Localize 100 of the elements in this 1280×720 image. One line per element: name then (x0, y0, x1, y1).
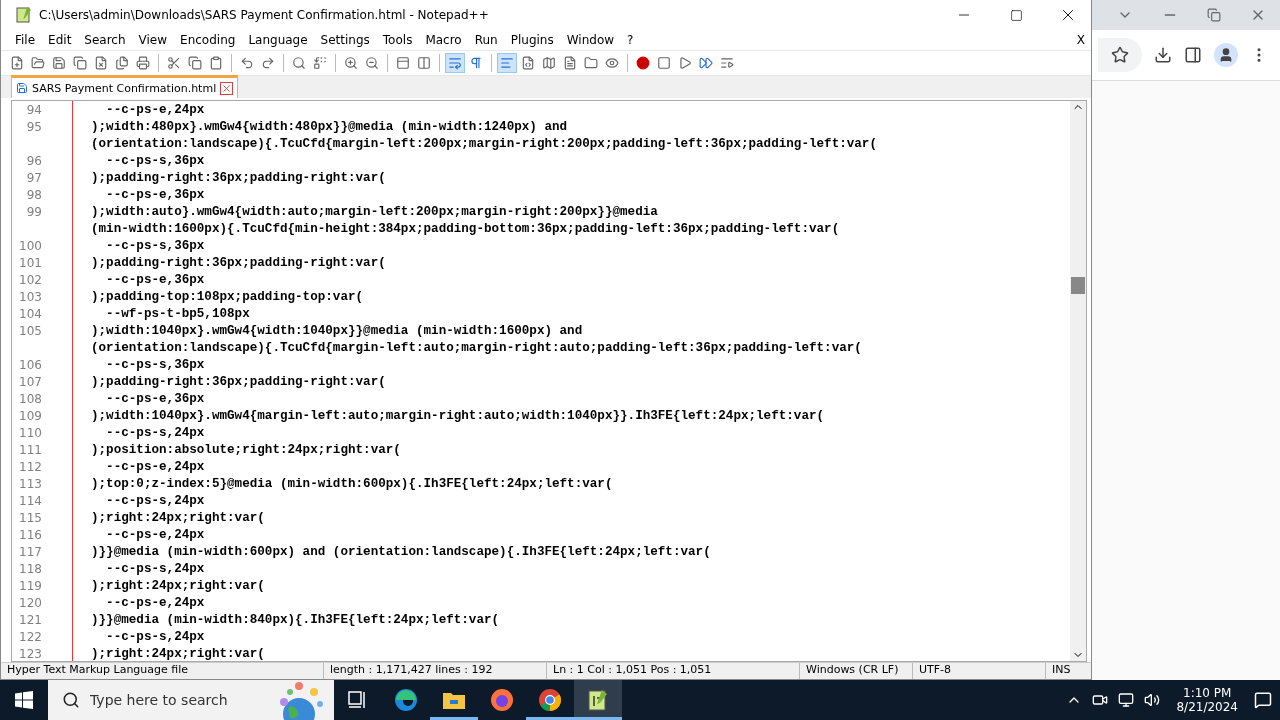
code-line: --c-ps-s,24px (105, 561, 205, 576)
menu-item[interactable]: Language (242, 33, 315, 47)
save-icon[interactable] (52, 56, 66, 70)
menu-item[interactable]: Tools (376, 33, 420, 47)
notification-icon[interactable] (1254, 691, 1272, 709)
redo-icon[interactable] (261, 56, 275, 70)
line-number: 105 (18, 323, 42, 338)
code-line: (orientation:landscape){.TcuCfd{margin-left:200px;margin-right:200px;padding-left:36px;padding-left:var( (91, 136, 877, 151)
menu-item[interactable]: Window (560, 33, 622, 47)
fast-forward-icon[interactable] (699, 56, 713, 70)
status-text: Windows (CR LF) (800, 663, 913, 679)
menu-item[interactable]: View (132, 33, 175, 47)
word-wrap-button[interactable] (445, 53, 465, 73)
download-icon[interactable] (1154, 46, 1172, 64)
close-all-icon[interactable] (115, 56, 129, 70)
record-icon[interactable] (636, 56, 650, 70)
indent-guide-button[interactable] (497, 53, 517, 73)
line-number: 97 (25, 170, 42, 185)
eye-icon[interactable] (605, 56, 619, 70)
code-line: );width:auto}.wmGw4{width:auto;margin-left:200px;margin-right:200px}}@media (91, 204, 658, 219)
profile-avatar[interactable] (1214, 43, 1238, 67)
menu-item[interactable]: ? (621, 33, 641, 47)
sync-vertical-icon[interactable] (396, 56, 410, 70)
side-panel-icon[interactable] (1184, 46, 1202, 64)
code-line: );width:1040px}.wmGw4{width:1040px}}@media (min-width:1600px) and (91, 323, 583, 338)
line-number: 117 (18, 544, 42, 559)
camera-icon[interactable] (1092, 692, 1109, 708)
edge-icon (394, 688, 418, 712)
vertical-scrollbar[interactable] (1070, 101, 1086, 661)
line-number: 111 (18, 442, 42, 457)
scroll-thumb[interactable] (1071, 277, 1085, 294)
menu-item[interactable]: Edit (42, 33, 79, 47)
menu-item[interactable]: Macro (419, 33, 469, 47)
new-file-icon[interactable] (10, 56, 24, 70)
network-icon[interactable] (1118, 692, 1135, 708)
find-icon[interactable] (292, 56, 306, 70)
print-icon[interactable] (136, 56, 150, 70)
folder-icon (442, 690, 466, 710)
chrome-icon (538, 688, 562, 712)
code-line: --c-ps-e,24px (105, 527, 205, 542)
restore-icon[interactable] (1206, 8, 1221, 22)
star-icon[interactable] (1111, 46, 1129, 64)
folder-icon[interactable] (584, 56, 598, 70)
menu-item[interactable]: Plugins (504, 33, 561, 47)
line-number: 114 (18, 493, 42, 508)
search-placeholder: Type here to search (90, 692, 229, 708)
function-list-icon[interactable] (563, 56, 577, 70)
search-field[interactable]: Type here to search (48, 680, 334, 720)
document-icon[interactable] (521, 56, 535, 70)
task-view-icon (348, 691, 368, 709)
zoom-out-icon[interactable] (365, 56, 379, 70)
menu-item[interactable]: Search (78, 33, 133, 47)
open-folder-icon[interactable] (31, 56, 45, 70)
playlist-icon[interactable] (720, 56, 734, 70)
sync-horizontal-icon[interactable] (417, 56, 431, 70)
code-line: --c-ps-e,36px (105, 272, 205, 287)
save-all-icon[interactable] (73, 56, 87, 70)
copy-icon[interactable] (188, 56, 202, 70)
pilcrow-icon (469, 56, 483, 70)
clock-time: 1:10 PM (1183, 686, 1232, 700)
code-line: --c-ps-e,24px (105, 102, 205, 117)
code-line: );padding-right:36px;padding-right:var( (91, 374, 386, 389)
play-icon[interactable] (678, 56, 692, 70)
code-line: --c-ps-s,24px (105, 425, 205, 440)
cut-icon[interactable] (167, 56, 181, 70)
line-number: 99 (25, 204, 42, 219)
status-text: length : 1,171,427 lines : 192 (324, 663, 547, 679)
line-number: 106 (18, 357, 42, 372)
map-icon[interactable] (542, 56, 556, 70)
menu-item[interactable]: Settings (314, 33, 377, 47)
line-number: 120 (18, 595, 42, 610)
person-icon (1218, 47, 1234, 63)
windows-logo-icon (15, 691, 33, 709)
zoom-in-icon[interactable] (344, 56, 358, 70)
volume-icon[interactable] (1144, 692, 1161, 708)
taskbar-app-button[interactable] (574, 680, 622, 720)
line-number: 95 (25, 119, 42, 134)
notepad-app-icon (15, 6, 33, 24)
firefox-icon (490, 688, 514, 712)
close-document-button[interactable]: X (1076, 33, 1085, 47)
replace-icon[interactable] (313, 56, 327, 70)
maximize-icon[interactable] (1009, 8, 1023, 22)
code-line: );position:absolute;right:24px;right:var( (91, 442, 401, 457)
menu-item[interactable]: Run (468, 33, 505, 47)
close-file-icon[interactable] (94, 56, 108, 70)
menu-item[interactable]: Encoding (174, 33, 243, 47)
code-line: );width:480px}.wmGw4{width:480px}}@media (min-width:1240px) and (91, 119, 568, 134)
address-bar[interactable] (1098, 38, 1142, 72)
code-line: --c-ps-e,24px (105, 459, 205, 474)
code-line: );width:1040px}.wmGw4{margin-left:auto;margin-right:auto;width:1040px}}.Ih3FE{left:24px;left:var( (91, 408, 825, 423)
stop-icon[interactable] (657, 56, 671, 70)
menu-item[interactable]: File (9, 33, 43, 47)
line-number: 98 (25, 187, 42, 202)
code-line: --c-ps-e,36px (105, 391, 205, 406)
line-number: 101 (18, 255, 42, 270)
document-tab[interactable]: SARS Payment Confirmation.html (11, 75, 239, 98)
undo-icon[interactable] (240, 56, 254, 70)
status-text: UTF-8 (913, 663, 1046, 679)
paste-icon[interactable] (209, 56, 223, 70)
code-line: );padding-right:36px;padding-right:var( (91, 170, 386, 185)
